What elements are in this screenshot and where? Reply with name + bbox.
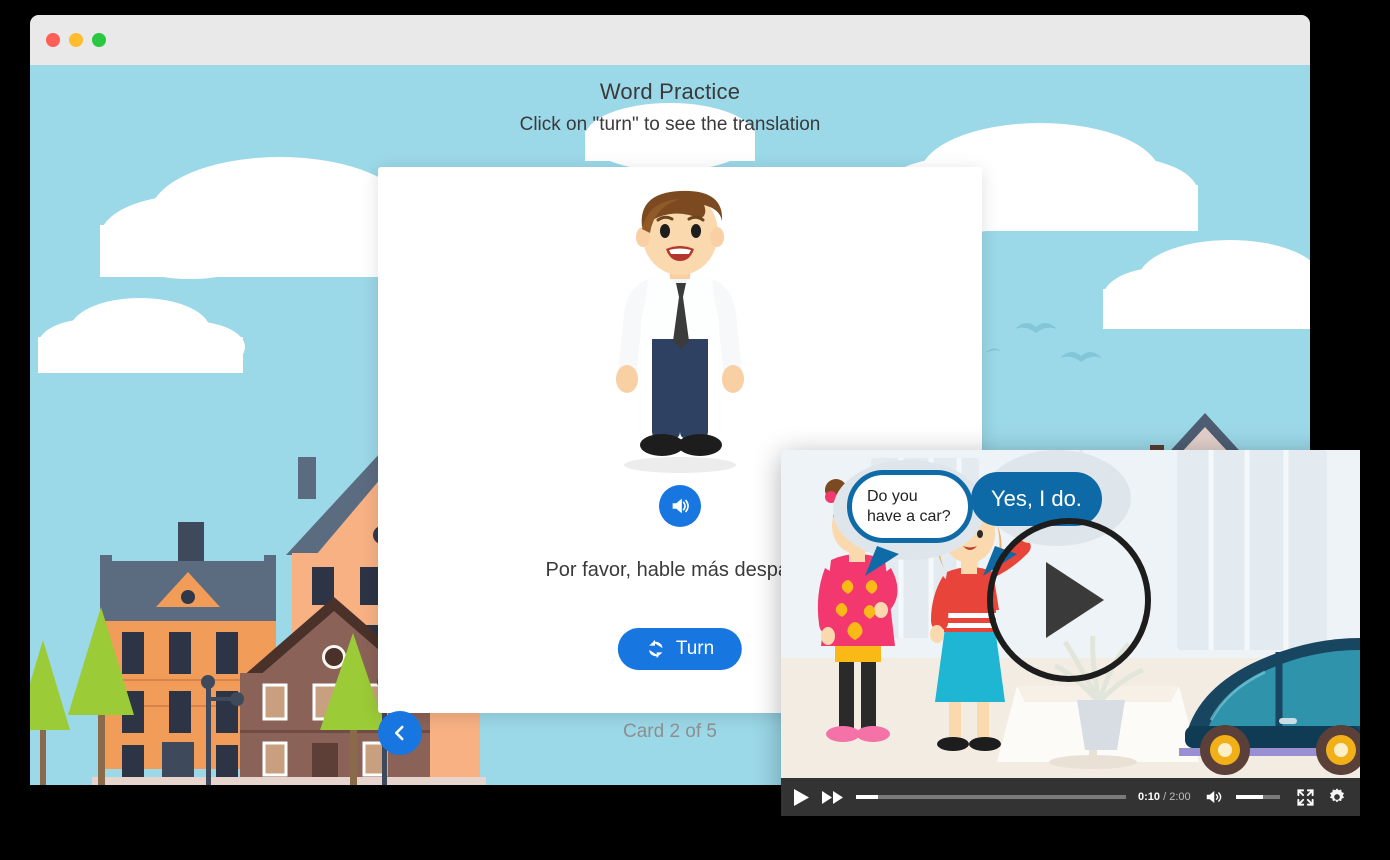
gear-icon xyxy=(1327,787,1347,807)
video-player-panel[interactable]: Do you have a car? Yes, I do. 0:10 / xyxy=(781,450,1360,816)
page-title: Word Practice xyxy=(30,79,1310,105)
fullscreen-icon xyxy=(1296,788,1315,807)
video-controls-bar: 0:10 / 2:00 xyxy=(781,778,1360,816)
video-stage[interactable]: Do you have a car? Yes, I do. xyxy=(781,450,1360,778)
video-volume-slider[interactable] xyxy=(1236,795,1280,799)
video-play-overlay-button[interactable] xyxy=(987,518,1151,682)
page-subtitle: Click on "turn" to see the translation xyxy=(30,114,1310,136)
video-timecode: 0:10 / 2:00 xyxy=(1138,791,1191,803)
video-duration: 2:00 xyxy=(1169,791,1190,803)
turn-button-label: Turn xyxy=(676,638,714,660)
volume-icon xyxy=(1203,788,1224,806)
speaker-icon xyxy=(669,495,691,517)
video-current-time: 0:10 xyxy=(1138,791,1160,803)
fast-forward-icon xyxy=(822,790,844,805)
speech-bubble-answer: Yes, I do. xyxy=(971,472,1102,526)
turn-card-button[interactable]: Turn xyxy=(618,628,742,670)
video-settings-button[interactable] xyxy=(1327,787,1347,807)
video-fullscreen-button[interactable] xyxy=(1296,788,1315,807)
play-icon xyxy=(1026,554,1112,646)
video-volume-fill xyxy=(1236,795,1263,799)
video-fast-forward-button[interactable] xyxy=(822,790,844,805)
speech-bubble-question: Do you have a car? xyxy=(847,470,973,543)
maximize-window-button[interactable] xyxy=(92,33,106,47)
video-time-separator: / xyxy=(1163,791,1166,803)
close-window-button[interactable] xyxy=(46,33,60,47)
video-progress-fill xyxy=(856,795,878,799)
video-progress-bar[interactable] xyxy=(856,795,1126,799)
character-illustration xyxy=(580,187,780,477)
lesson-header: Word Practice Click on "turn" to see the… xyxy=(30,79,1310,136)
play-audio-button[interactable] xyxy=(659,485,701,527)
refresh-icon xyxy=(646,639,666,659)
video-play-button[interactable] xyxy=(793,788,810,807)
video-volume-button[interactable] xyxy=(1203,788,1224,806)
play-icon xyxy=(793,788,810,807)
birds-group xyxy=(985,323,1102,362)
window-titlebar xyxy=(30,15,1310,65)
minimize-window-button[interactable] xyxy=(69,33,83,47)
